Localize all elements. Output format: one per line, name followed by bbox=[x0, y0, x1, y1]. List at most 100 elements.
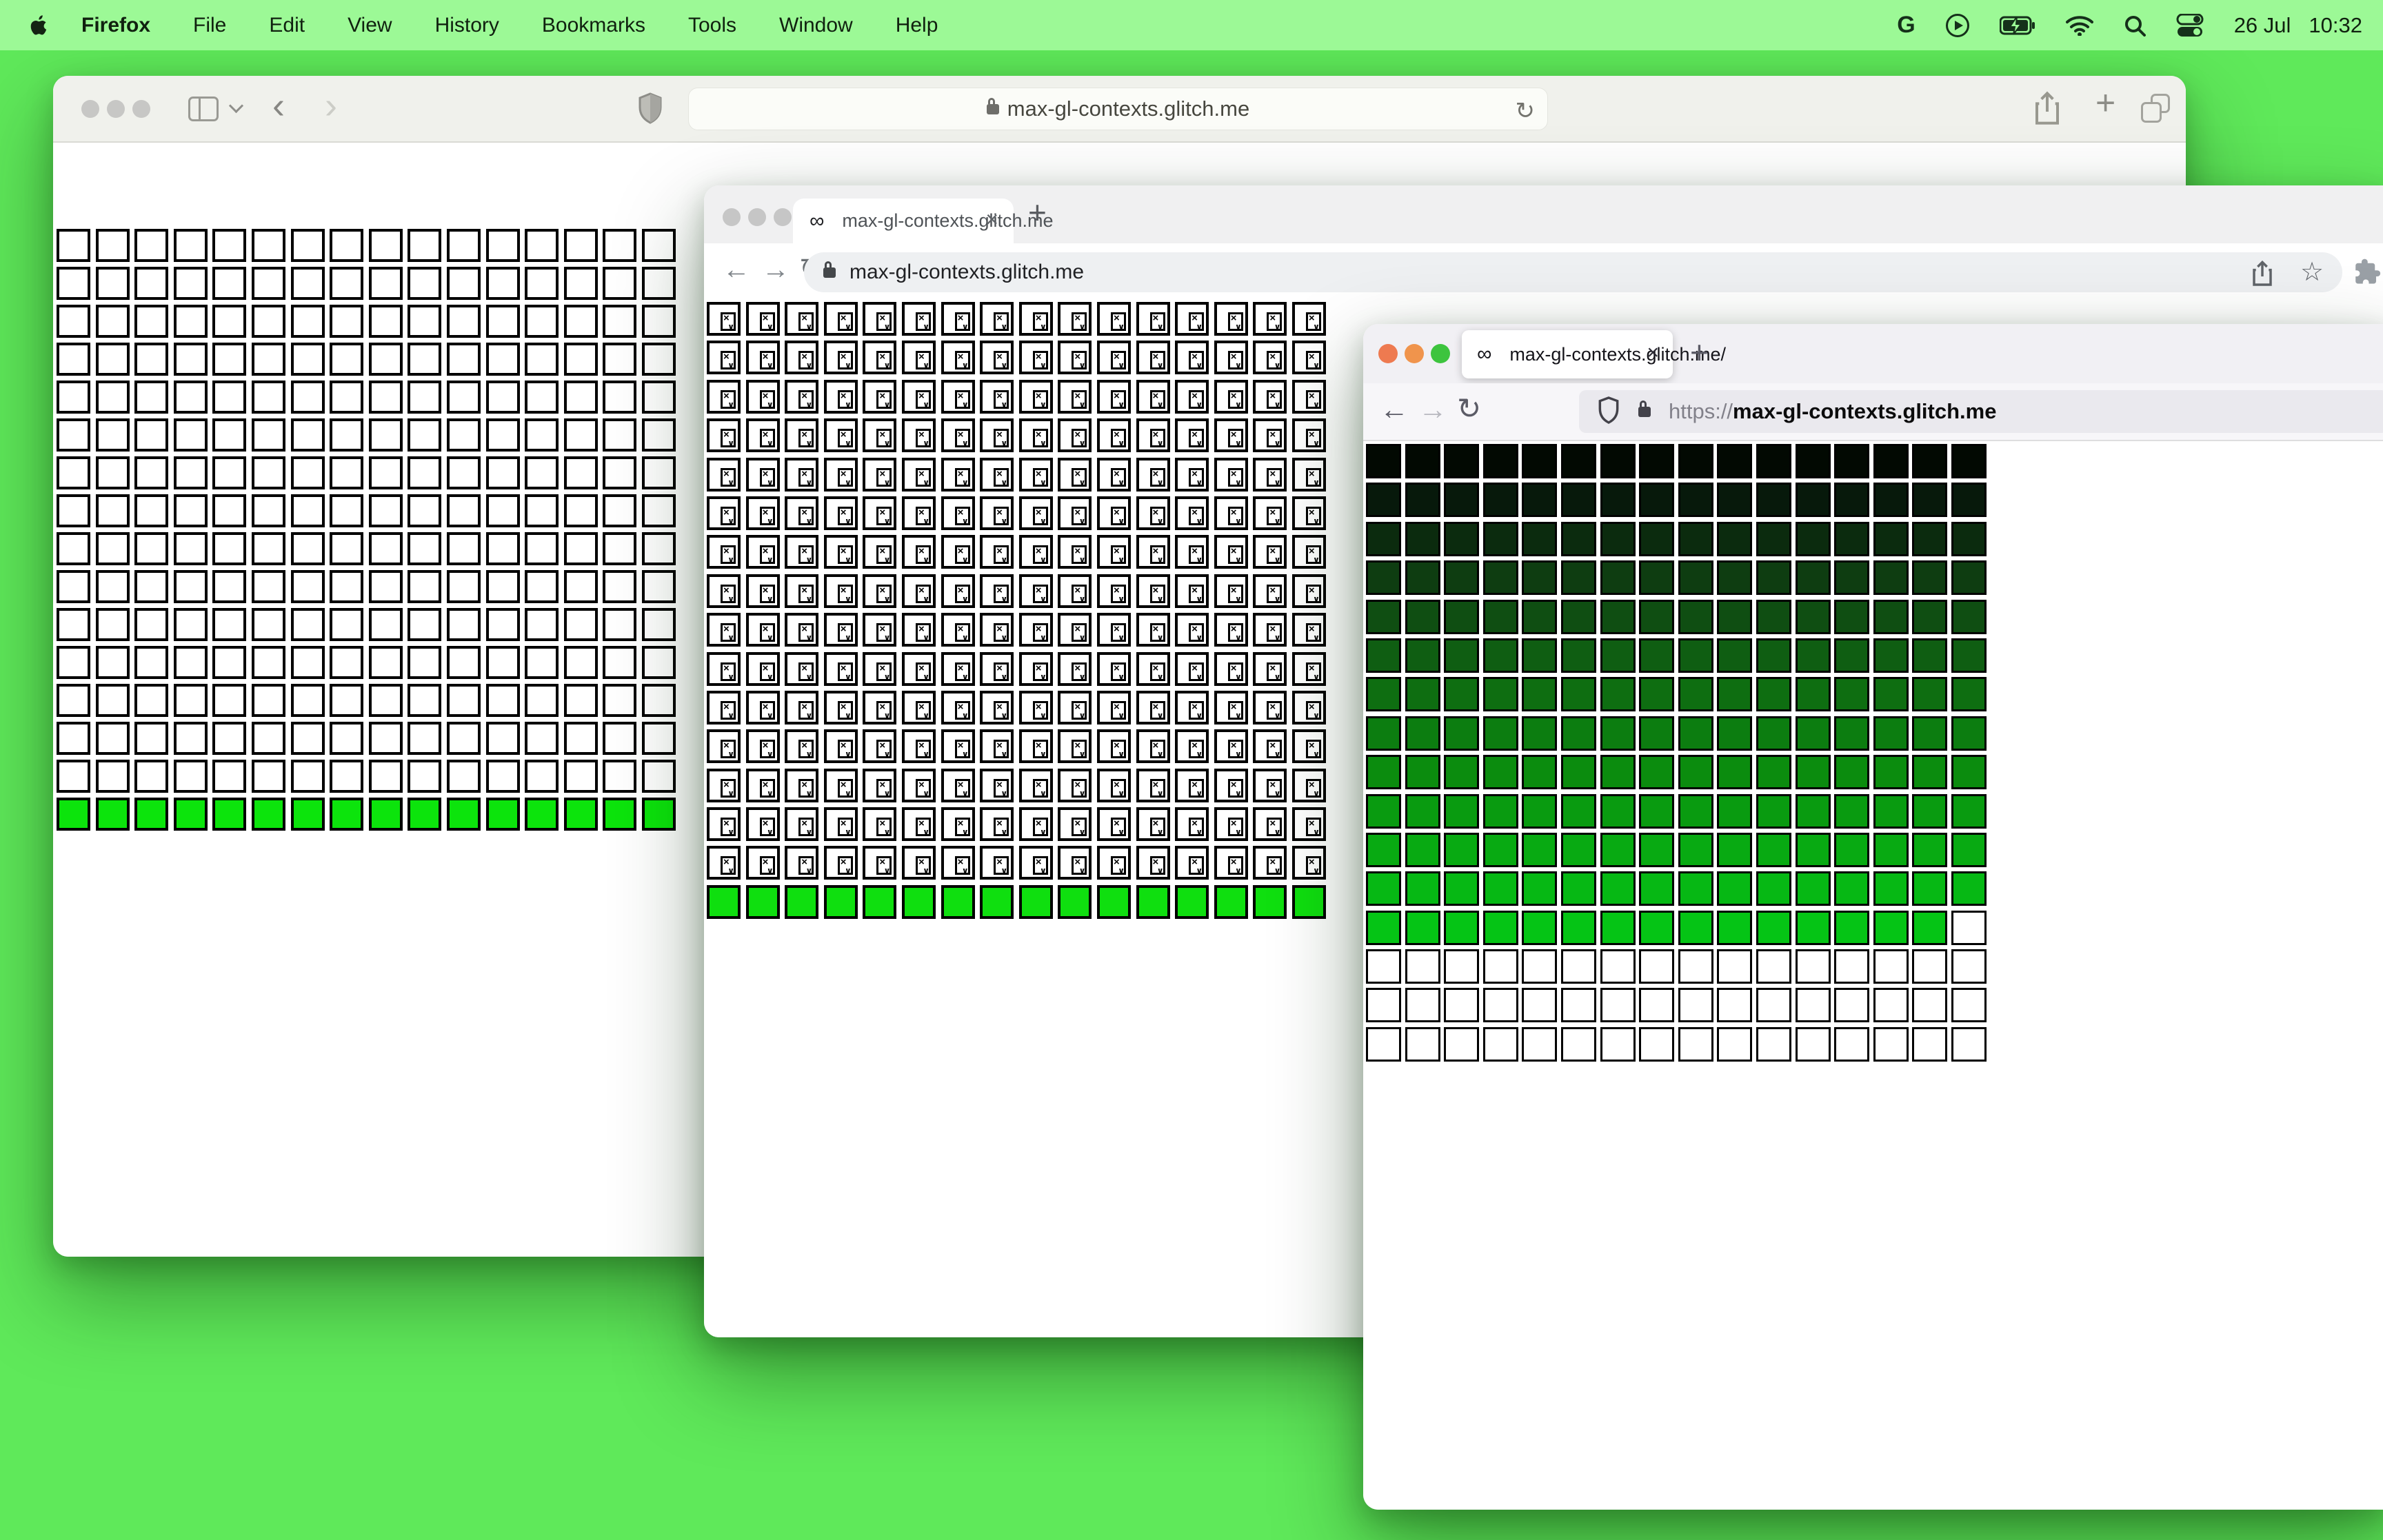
menu-item-tools[interactable]: Tools bbox=[688, 14, 736, 37]
canvas-cell bbox=[1795, 638, 1831, 673]
tab-overview-icon[interactable] bbox=[2141, 94, 2171, 124]
back-button[interactable]: ← bbox=[1380, 395, 1409, 424]
canvas-cell bbox=[1366, 832, 1401, 867]
sidebar-toggle-icon[interactable] bbox=[188, 97, 219, 121]
canvas-cell bbox=[212, 798, 247, 831]
forward-button[interactable]: → bbox=[762, 256, 790, 283]
chrome-close-button[interactable] bbox=[723, 208, 741, 226]
bookmark-star-icon[interactable]: ☆ bbox=[2300, 256, 2324, 287]
canvas-cell: × ∨ bbox=[707, 768, 741, 802]
menu-item-bookmarks[interactable]: Bookmarks bbox=[542, 14, 645, 37]
menu-item-file[interactable]: File bbox=[193, 14, 226, 37]
canvas-cell bbox=[1678, 677, 1713, 712]
chrome-minimize-button[interactable] bbox=[748, 208, 766, 226]
canvas-cell bbox=[1912, 988, 1948, 1023]
share-icon[interactable] bbox=[2251, 260, 2274, 291]
safari-close-button[interactable] bbox=[81, 100, 99, 118]
canvas-cell bbox=[1096, 884, 1131, 919]
apple-menu-icon[interactable] bbox=[30, 14, 50, 37]
broken-image-icon: × ∨ bbox=[1305, 545, 1321, 565]
shield-icon[interactable] bbox=[638, 92, 663, 128]
search-icon[interactable] bbox=[2124, 14, 2146, 37]
wifi-icon[interactable] bbox=[2065, 15, 2093, 36]
firefox-close-button[interactable] bbox=[1378, 344, 1398, 363]
canvas-cell bbox=[408, 798, 442, 831]
broken-image-icon: × ∨ bbox=[954, 662, 970, 682]
play-circle-icon[interactable] bbox=[1945, 13, 1969, 37]
canvas-cell bbox=[1482, 677, 1518, 712]
canvas-cell: × ∨ bbox=[785, 651, 819, 686]
forward-button[interactable]: › bbox=[325, 87, 337, 124]
canvas-cell bbox=[408, 570, 442, 603]
canvas-cell bbox=[1639, 521, 1675, 556]
firefox-url-bar[interactable]: https://max-gl-contexts.glitch.me bbox=[1579, 390, 2383, 433]
broken-image-icon: × ∨ bbox=[721, 700, 736, 720]
canvas-cell bbox=[408, 229, 442, 262]
canvas-cell bbox=[212, 494, 247, 527]
chevron-down-icon[interactable] bbox=[231, 101, 242, 112]
canvas-cell: × ∨ bbox=[863, 846, 897, 880]
canvas-cell bbox=[1405, 521, 1440, 556]
reload-icon[interactable]: ↻ bbox=[1516, 97, 1536, 125]
new-tab-button[interactable]: + bbox=[1690, 336, 1709, 368]
canvas-cell: × ∨ bbox=[863, 379, 897, 414]
broken-image-icon: × ∨ bbox=[1072, 506, 1087, 526]
broken-image-icon: × ∨ bbox=[1149, 312, 1165, 332]
firefox-zoom-button[interactable] bbox=[1431, 344, 1450, 363]
broken-image-icon: × ∨ bbox=[1032, 467, 1048, 487]
canvas-cell bbox=[1912, 599, 1948, 634]
tracking-shield-icon[interactable] bbox=[1597, 396, 1620, 427]
tab-close-icon[interactable]: × bbox=[985, 207, 998, 232]
canvas-cell bbox=[251, 456, 285, 489]
safari-url-field[interactable]: max-gl-contexts.glitch.me ↻ bbox=[688, 88, 1548, 130]
chrome-url-bar[interactable]: max-gl-contexts.glitch.me ☆ bbox=[804, 252, 2342, 292]
new-tab-icon[interactable]: + bbox=[2095, 85, 2115, 120]
reload-icon[interactable]: ↻ bbox=[1457, 394, 1481, 423]
tab-close-icon[interactable]: × bbox=[1647, 341, 1659, 365]
broken-image-icon: × ∨ bbox=[759, 856, 775, 875]
share-icon[interactable] bbox=[2033, 91, 2061, 129]
broken-image-icon: × ∨ bbox=[954, 740, 970, 759]
canvas-cell bbox=[563, 456, 598, 489]
canvas-cell bbox=[1560, 638, 1596, 673]
forward-button[interactable]: → bbox=[1418, 395, 1447, 424]
menu-item-edit[interactable]: Edit bbox=[269, 14, 305, 37]
back-button[interactable]: ‹ bbox=[272, 87, 285, 124]
broken-image-icon: × ∨ bbox=[798, 429, 814, 448]
control-center-icon[interactable] bbox=[2176, 13, 2204, 37]
safari-minimize-button[interactable] bbox=[107, 100, 125, 118]
broken-image-icon: × ∨ bbox=[1189, 312, 1205, 332]
chrome-active-tab[interactable]: ∞ max-gl-contexts.glitch.me × bbox=[793, 199, 1054, 243]
menu-item-history[interactable]: History bbox=[435, 14, 499, 37]
menu-item-window[interactable]: Window bbox=[779, 14, 853, 37]
safari-zoom-button[interactable] bbox=[132, 100, 150, 118]
broken-image-icon: × ∨ bbox=[721, 467, 736, 487]
canvas-cell bbox=[603, 532, 637, 565]
back-button[interactable]: ← bbox=[723, 256, 750, 283]
extensions-puzzle-icon[interactable] bbox=[2352, 257, 2381, 290]
canvas-cell bbox=[173, 684, 208, 717]
canvas-cell bbox=[173, 267, 208, 300]
chrome-zoom-button[interactable] bbox=[774, 208, 792, 226]
menu-clock[interactable]: 26 Jul 10:32 bbox=[2234, 13, 2362, 38]
canvas-cell bbox=[290, 760, 325, 793]
broken-image-icon: × ∨ bbox=[837, 312, 853, 332]
firefox-minimize-button[interactable] bbox=[1405, 344, 1424, 363]
canvas-cell bbox=[1522, 560, 1558, 596]
canvas-cell bbox=[1600, 599, 1636, 634]
broken-image-icon: × ∨ bbox=[1267, 467, 1283, 487]
firefox-active-tab[interactable]: ∞ max-gl-contexts.glitch.me/ × bbox=[1462, 330, 1726, 378]
broken-image-icon: × ∨ bbox=[1189, 545, 1205, 565]
canvas-cell bbox=[1912, 1026, 1948, 1062]
menu-item-help[interactable]: Help bbox=[896, 14, 938, 37]
canvas-cell: × ∨ bbox=[901, 535, 936, 569]
canvas-cell bbox=[1717, 560, 1753, 596]
google-icon[interactable]: G bbox=[1897, 12, 1915, 39]
menu-item-firefox[interactable]: Firefox bbox=[81, 14, 150, 37]
new-tab-button[interactable]: + bbox=[1028, 196, 1047, 228]
broken-image-icon: × ∨ bbox=[1032, 506, 1048, 526]
canvas-cell bbox=[563, 494, 598, 527]
canvas-cell bbox=[1405, 755, 1440, 790]
battery-charging-icon[interactable] bbox=[1999, 15, 2035, 36]
menu-item-view[interactable]: View bbox=[348, 14, 392, 37]
